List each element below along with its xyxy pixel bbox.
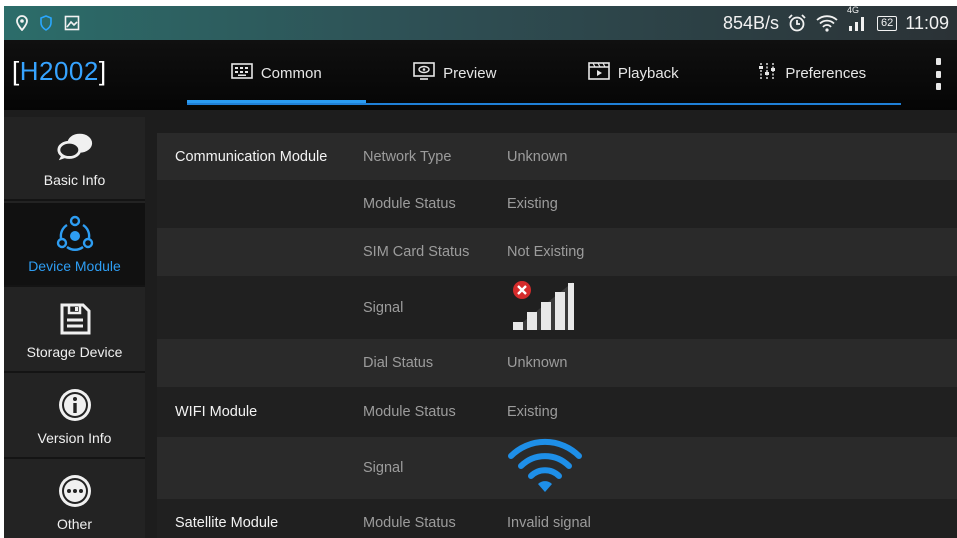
row-value: Invalid signal <box>507 515 591 531</box>
more-options-icon[interactable] <box>933 58 943 90</box>
wifi-signal-icon <box>507 438 583 498</box>
tab-preferences[interactable]: Preferences <box>723 40 902 106</box>
table-row: Dial Status Unknown <box>157 339 957 387</box>
row-field: Module Status <box>363 515 456 531</box>
tab-preferences-label: Preferences <box>785 64 867 82</box>
sidebar-item-label: Device Module <box>28 258 121 274</box>
chat-bubbles-icon <box>56 128 94 166</box>
row-value: Existing <box>507 196 558 212</box>
device-name[interactable]: [H2002] <box>12 56 107 87</box>
sidebar-item-device-module[interactable]: Device Module <box>4 203 145 287</box>
location-icon <box>16 15 28 31</box>
preview-icon <box>413 62 435 84</box>
row-section: Communication Module <box>175 148 328 165</box>
row-section: Satellite Module <box>175 515 279 531</box>
module-network-icon <box>56 214 94 252</box>
sidebar-item-label: Version Info <box>37 430 112 446</box>
row-value <box>507 280 579 336</box>
row-value: Unknown <box>507 355 568 371</box>
app-frame: 854B/s 4G 62 11:09 [H2002] Common Previe… <box>4 6 957 538</box>
table-row: Module Status Existing <box>157 180 957 228</box>
row-field: Signal <box>363 460 404 476</box>
row-field: SIM Card Status <box>363 244 470 260</box>
table-row: Satellite Module Module Status Invalid s… <box>157 499 957 538</box>
tab-common[interactable]: Common <box>187 40 366 106</box>
clock: 11:09 <box>905 12 949 33</box>
image-icon <box>64 15 80 31</box>
row-field: Module Status <box>363 404 456 420</box>
row-field: Dial Status <box>363 355 434 371</box>
table-row: SIM Card Status Not Existing <box>157 228 957 276</box>
tab-bar: Common Preview Playback Preferences <box>187 40 901 106</box>
row-value: Unknown <box>507 148 568 165</box>
sidebar-item-label: Basic Info <box>43 172 106 188</box>
more-icon <box>56 472 94 510</box>
row-section: WIFI Module <box>175 404 258 420</box>
row-value: Existing <box>507 404 558 420</box>
device-name-label: H2002 <box>19 56 99 86</box>
tab-common-label: Common <box>260 64 322 82</box>
sliders-icon <box>757 62 777 84</box>
device-bracket-open: [ <box>12 56 20 86</box>
tab-underline <box>187 103 901 105</box>
battery-indicator: 62 <box>877 15 898 31</box>
tab-preview-label: Preview <box>443 64 497 82</box>
table-row: Communication Module Network Type Unknow… <box>157 133 957 180</box>
cellular-signal-error-icon <box>507 280 579 336</box>
wifi-status-icon <box>815 13 839 33</box>
row-field: Signal <box>363 299 404 316</box>
cellular-status-icon: 4G <box>847 6 869 33</box>
net-speed: 854B/s <box>722 12 780 33</box>
tab-playback[interactable]: Playback <box>544 40 723 106</box>
tab-playback-label: Playback <box>617 64 679 82</box>
sidebar-item-label: Storage Device <box>26 344 123 360</box>
row-value <box>507 438 583 498</box>
sidebar-item-storage-device[interactable]: Storage Device <box>4 289 145 373</box>
playback-icon <box>588 62 610 84</box>
sidebar: Basic Info Device Module Storage Device … <box>4 117 145 538</box>
status-bar: 854B/s 4G 62 11:09 <box>4 6 957 40</box>
save-disk-icon <box>56 300 94 338</box>
table-row: WIFI Module Module Status Existing <box>157 387 957 437</box>
table-row: Signal <box>157 276 957 339</box>
shield-icon <box>40 15 52 31</box>
row-field: Network Type <box>363 148 452 165</box>
sidebar-item-label: Other <box>56 516 92 532</box>
module-info-table: Communication Module Network Type Unknow… <box>157 133 957 538</box>
sidebar-item-basic-info[interactable]: Basic Info <box>4 117 145 201</box>
sidebar-item-version-info[interactable]: Version Info <box>4 375 145 459</box>
row-value: Not Existing <box>507 244 585 260</box>
row-field: Module Status <box>363 196 456 212</box>
device-bracket-close: ] <box>98 56 107 86</box>
info-icon <box>56 386 94 424</box>
network-type-label: 4G <box>847 6 860 15</box>
table-row: Signal <box>157 437 957 499</box>
keyboard-icon <box>231 63 253 83</box>
sidebar-item-other[interactable]: Other <box>4 461 145 538</box>
tab-preview[interactable]: Preview <box>366 40 545 106</box>
alarm-icon <box>787 13 807 33</box>
top-bar: [H2002] Common Preview Playback Preferen… <box>4 40 957 110</box>
